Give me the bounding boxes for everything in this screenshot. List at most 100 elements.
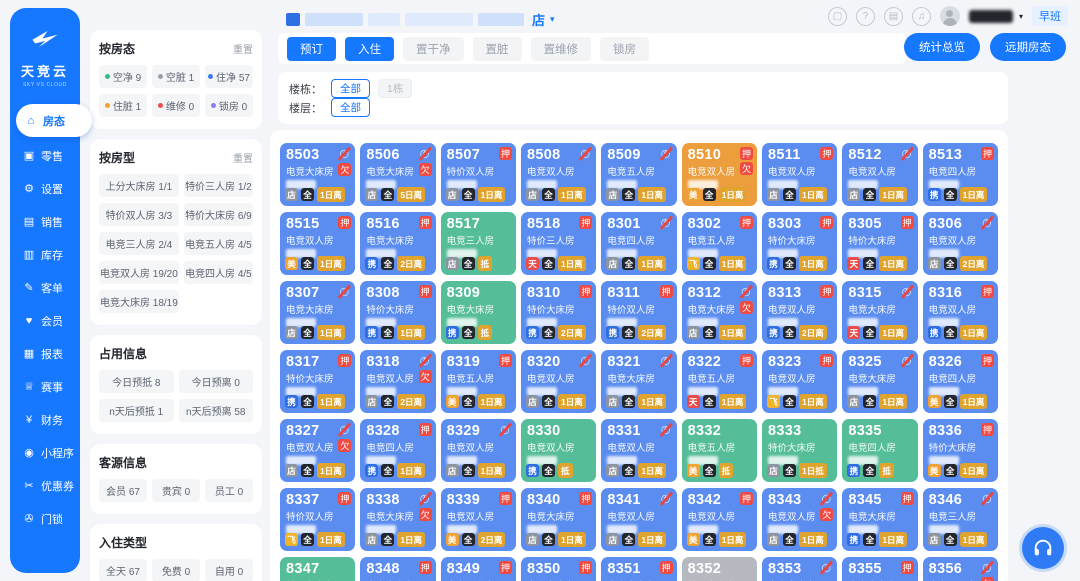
filter-chip[interactable]: 贵宾 0 [152,479,200,502]
filter-chip[interactable]: 特价大床房 6/9 [184,203,253,226]
room-card[interactable]: 8307电竞大床房✆店全1日离 [280,281,355,344]
sidebar-item-房态[interactable]: ⌂房态 [16,104,92,137]
room-card[interactable]: 8343电竞双人房✆欠店全1日离 [762,488,837,551]
room-card[interactable]: 8310特价大床房押携全2日离 [521,281,596,344]
room-card[interactable]: 8311特价双人房押携全2日离 [601,281,676,344]
sidebar-item-门锁[interactable]: ✇门锁 [10,502,80,535]
screen-icon[interactable]: ▢ [828,7,847,26]
filter-chip[interactable]: 全天 67 [99,559,147,581]
room-card[interactable]: 8509电竞五人房✆店全1日离 [601,143,676,206]
miniprogram-icon[interactable]: ♫ [912,7,931,26]
room-card[interactable]: 8331电竞双人房✆店全1日离 [601,419,676,482]
help-icon[interactable]: ? [856,7,875,26]
room-card[interactable]: 8335电竞四人房携全抵 [842,419,917,482]
selector-option[interactable]: 全部 [331,98,370,117]
sidebar-item-零售[interactable]: ▣零售 [10,139,80,172]
room-card[interactable]: 8510电竞双人房押欠美全1日离 [682,143,757,206]
room-card[interactable]: 8350电竞大床房押店全1日离 [521,557,596,581]
selector-option[interactable]: 1栋 [378,79,412,98]
customer-service-button[interactable] [1022,527,1064,569]
filter-chip[interactable]: 电竞四人房 4/5 [184,261,253,284]
room-card[interactable]: 8325电竞大床房✆店全1日离 [842,350,917,413]
toolbar-button-预订[interactable]: 预订 [287,37,336,61]
room-card[interactable]: 8315电竞大床房✆天全1日离 [842,281,917,344]
room-card[interactable]: 8318电竞双人房✆欠店全2日离 [360,350,435,413]
toolbar-button-锁房[interactable]: 锁房 [600,37,649,61]
avatar[interactable] [940,6,960,26]
room-card[interactable]: 8339电竞双人房押美全2日离 [441,488,516,551]
filter-chip[interactable]: 免费 0 [152,559,200,581]
room-card[interactable]: 8355电竞大床房押店全1日离 [842,557,917,581]
room-card[interactable]: 8515电竞双人房押美全1日离 [280,212,355,275]
filter-chip[interactable]: 住净 57 [205,65,253,88]
room-card[interactable]: 8503电竞大床房✆欠店全1日离 [280,143,355,206]
room-card[interactable]: 8508电竞双人房✆店全1日离 [521,143,596,206]
filter-chip[interactable]: 特价三人房 1/2 [184,174,253,197]
room-card[interactable]: 8317特价大床房押携全1日离 [280,350,355,413]
sidebar-item-小程序[interactable]: ◉小程序 [10,436,80,469]
filter-chip[interactable]: 电竞五人房 4/5 [184,232,253,255]
room-card[interactable]: 8319电竞五人房押美全1日离 [441,350,516,413]
room-card[interactable]: 8332电竞五人房美全抵 [682,419,757,482]
room-card[interactable]: 8511电竞双人房押店全1日离 [762,143,837,206]
room-card[interactable]: 8512电竞双人房✆店全1日离 [842,143,917,206]
sidebar-item-销售[interactable]: ▤销售 [10,205,80,238]
room-card[interactable]: 8338电竞大床房✆欠店全1日离 [360,488,435,551]
filter-chip[interactable]: 锁房 0 [205,94,253,117]
room-card[interactable]: 8308特价大床房押携全1日离 [360,281,435,344]
toolbar-button-置脏[interactable]: 置脏 [473,37,522,61]
reset-link[interactable]: 重置 [233,150,253,165]
reset-link[interactable]: 重置 [233,41,253,56]
filter-chip[interactable]: n天后预离 58 [179,399,254,422]
room-card[interactable]: 8321电竞大床房✆店全1日离 [601,350,676,413]
room-card[interactable]: 8336特价大床房押美全1日离 [923,419,998,482]
room-card[interactable]: 8327电竞双人房✆欠店全1日离 [280,419,355,482]
toolbar-button-远期房态[interactable]: 远期房态 [990,33,1066,61]
room-card[interactable]: 8306电竞双人房✆店全2日离 [923,212,998,275]
toolbar-button-置干净[interactable]: 置干净 [403,37,464,61]
room-card[interactable]: 8328电竞四人房押携全1日离 [360,419,435,482]
sidebar-item-赛事[interactable]: ♕赛事 [10,370,80,403]
room-card[interactable]: 8518特价三人房押天全1日离 [521,212,596,275]
filter-chip[interactable]: 会员 67 [99,479,147,502]
sidebar-item-优惠券[interactable]: ✂优惠券 [10,469,80,502]
filter-chip[interactable]: 今日预抵 8 [99,370,174,393]
store-selector[interactable]: 店 ▾ [286,10,555,29]
filter-chip[interactable]: 电竞三人房 2/4 [99,232,179,255]
room-card[interactable]: 8507特价双人房押店全1日离 [441,143,516,206]
room-card[interactable]: 8312电竞大床房✆欠店全1日离 [682,281,757,344]
room-card[interactable]: 8322电竞五人房押天全1日离 [682,350,757,413]
sidebar-item-会员[interactable]: ♥会员 [10,304,80,337]
room-card[interactable]: 8320电竞双人房✆店全1日离 [521,350,596,413]
room-card[interactable]: 8305特价大床房押天全1日离 [842,212,917,275]
filter-chip[interactable]: 维修 0 [152,94,200,117]
chevron-down-icon[interactable]: ▾ [1019,12,1023,21]
filter-chip[interactable]: 住脏 1 [99,94,147,117]
selector-option[interactable]: 全部 [331,79,370,98]
room-card[interactable]: 8333特价大床房店全1日抵 [762,419,837,482]
room-card[interactable]: 8301电竞四人房✆店全1日离 [601,212,676,275]
room-card[interactable]: 8353电竞大床房✆店全1日离 [762,557,837,581]
room-card[interactable]: 8351电竞大床房押店全1日离 [601,557,676,581]
room-card[interactable]: 8349电竞双人房押店全1日离 [441,557,516,581]
sidebar-item-财务[interactable]: ¥财务 [10,403,80,436]
room-card[interactable]: 8517电竞三人房店全抵 [441,212,516,275]
room-card[interactable]: 8316电竞双人房押携全1日离 [923,281,998,344]
room-card[interactable]: 8323电竞双人房押飞全1日离 [762,350,837,413]
room-card[interactable]: 8340电竞大床房押店全1日离 [521,488,596,551]
room-card[interactable]: 8345电竞大床房押携全1日离 [842,488,917,551]
room-card[interactable]: 8303特价大床房押携全1日离 [762,212,837,275]
room-card[interactable]: 8356电竞三人房✆欠店全1日离 [923,557,998,581]
room-card[interactable]: 8313电竞双人房押携全2日离 [762,281,837,344]
filter-chip[interactable]: 空净 9 [99,65,147,88]
toolbar-button-入住[interactable]: 入住 [345,37,394,61]
room-card[interactable]: 8341电竞双人房✆店全1日离 [601,488,676,551]
room-card[interactable]: 8348电竞大床房押店全1日离 [360,557,435,581]
filter-chip[interactable]: 电竞大床房 18/19 [99,290,179,313]
toolbar-button-统计总览[interactable]: 统计总览 [904,33,980,61]
filter-chip[interactable]: 上分大床房 1/1 [99,174,179,197]
filter-chip[interactable]: 空脏 1 [152,65,200,88]
room-card[interactable]: 8330电竞双人房携全抵 [521,419,596,482]
filter-chip[interactable]: 自用 0 [205,559,253,581]
room-card[interactable]: 8302电竞五人房押飞全1日离 [682,212,757,275]
